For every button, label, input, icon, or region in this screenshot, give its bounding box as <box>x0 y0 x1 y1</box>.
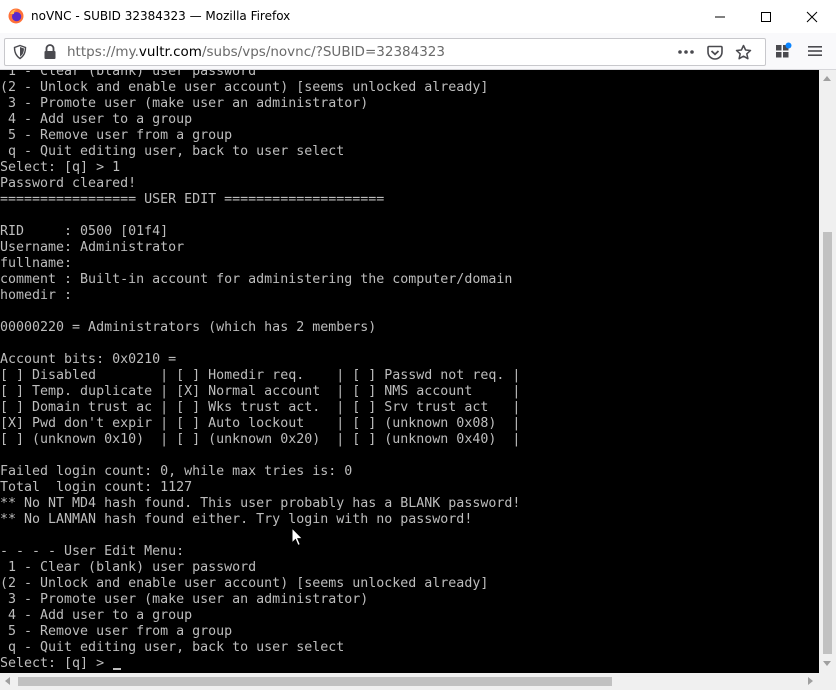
url-domain: vultr.com <box>138 44 202 60</box>
scroll-left-arrow-icon[interactable] <box>5 677 10 685</box>
console-line: 4 - Add user to a group <box>0 608 193 623</box>
console-line: (2 - Unlock and enable user account) [se… <box>0 576 489 591</box>
minimize-button[interactable] <box>697 0 743 33</box>
console-line: q - Quit editing user, back to user sele… <box>0 640 345 655</box>
console-line: [X] Pwd don't expir | [ ] Auto lockout |… <box>0 416 521 431</box>
minimize-icon <box>715 16 725 17</box>
menu-icon <box>808 46 822 56</box>
close-button[interactable] <box>789 0 835 33</box>
maximize-button[interactable] <box>743 0 789 33</box>
more-actions-icon <box>678 50 694 54</box>
scroll-down-arrow-icon[interactable] <box>823 661 831 666</box>
page-actions-button[interactable] <box>675 43 697 61</box>
console-line: Total login count: 1127 <box>0 480 193 495</box>
extensions-icon <box>776 42 792 58</box>
console-line: [ ] (unknown 0x10) | [ ] (unknown 0x20) … <box>0 432 521 447</box>
lock-icon <box>44 44 56 59</box>
console-line: ** No NT MD4 hash found. This user proba… <box>0 496 521 511</box>
bookmark-button[interactable] <box>733 43 753 61</box>
console-line: 4 - Add user to a group <box>0 112 193 127</box>
console-line: 5 - Remove user from a group <box>0 624 233 639</box>
text-cursor <box>113 668 121 670</box>
scrollbar-corner <box>819 673 836 690</box>
console-line: [ ] Domain trust ac | [ ] Wks trust act.… <box>0 400 521 415</box>
console-line: q - Quit editing user, back to user sele… <box>0 144 345 159</box>
extensions-button[interactable] <box>772 41 794 61</box>
url-bar[interactable]: https://my.vultr.com/subs/vps/novnc/?SUB… <box>4 38 766 66</box>
window-title: noVNC - SUBID 32384323 — Mozilla Firefox <box>31 9 291 23</box>
console-line: 00000220 = Administrators (which has 2 m… <box>0 320 377 335</box>
pocket-button[interactable] <box>705 43 725 61</box>
site-security-button[interactable] <box>41 43 59 61</box>
horizontal-scrollbar[interactable] <box>0 673 819 690</box>
console-line: (2 - Unlock and enable user account) [se… <box>0 80 489 95</box>
pocket-icon <box>707 45 723 60</box>
console-line: Password cleared! <box>0 176 137 191</box>
console-line: homedir : <box>0 288 73 303</box>
bookmark-star-icon <box>735 44 751 59</box>
close-icon <box>806 11 818 22</box>
scroll-right-arrow-icon[interactable] <box>808 677 813 685</box>
maximize-icon <box>761 11 771 22</box>
scroll-up-arrow-icon[interactable] <box>823 76 831 81</box>
mouse-pointer-icon <box>291 527 303 547</box>
console-line: 3 - Promote user (make user an administr… <box>0 592 369 607</box>
console-line: Select: [q] > <box>0 656 113 671</box>
navigation-bar: https://my.vultr.com/subs/vps/novnc/?SUB… <box>0 33 836 70</box>
url-suffix: /subs/vps/novnc/?SUBID=32384323 <box>201 44 445 60</box>
console-line: Failed login count: 0, while max tries i… <box>0 464 353 479</box>
console-line: 1 - Clear (blank) user password <box>0 560 257 575</box>
console-line: 5 - Remove user from a group <box>0 128 233 143</box>
tracking-shield-icon <box>13 44 27 60</box>
vnc-console[interactable]: 1 - Clear (blank) user password (2 - Unlo… <box>0 70 819 673</box>
console-line: RID : 0500 [01f4] <box>0 224 169 239</box>
firefox-logo-icon <box>8 8 24 24</box>
console-line: fullname: <box>0 256 73 271</box>
console-line: ** No LANMAN hash found either. Try logi… <box>0 512 473 527</box>
console-line: comment : Built-in account for administe… <box>0 272 513 287</box>
console-line: - - - - User Edit Menu: <box>0 544 185 559</box>
horizontal-scroll-thumb[interactable] <box>18 677 612 686</box>
console-line: Username: Administrator <box>0 240 185 255</box>
console-line: [ ] Temp. duplicate | [X] Normal account… <box>0 384 521 399</box>
vertical-scroll-thumb[interactable] <box>823 232 832 654</box>
console-line: Account bits: 0x0210 = <box>0 352 177 367</box>
console-line: ================= USER EDIT ============… <box>0 192 385 207</box>
console-line: Select: [q] > 1 <box>0 160 121 175</box>
console-line: 3 - Promote user (make user an administr… <box>0 96 369 111</box>
browser-window: noVNC - SUBID 32384323 — Mozilla Firefox <box>0 0 836 690</box>
title-bar: noVNC - SUBID 32384323 — Mozilla Firefox <box>0 0 836 33</box>
url-text[interactable]: https://my.vultr.com/subs/vps/novnc/?SUB… <box>67 44 445 60</box>
url-prefix: https://my. <box>67 44 139 60</box>
console-line: [ ] Disabled | [ ] Homedir req. | [ ] Pa… <box>0 368 521 383</box>
console-line: 1 - Clear (blank) user password <box>0 70 257 79</box>
vertical-scrollbar[interactable] <box>819 70 836 673</box>
app-menu-button[interactable] <box>804 41 826 61</box>
tracking-shield-button[interactable] <box>11 43 29 61</box>
